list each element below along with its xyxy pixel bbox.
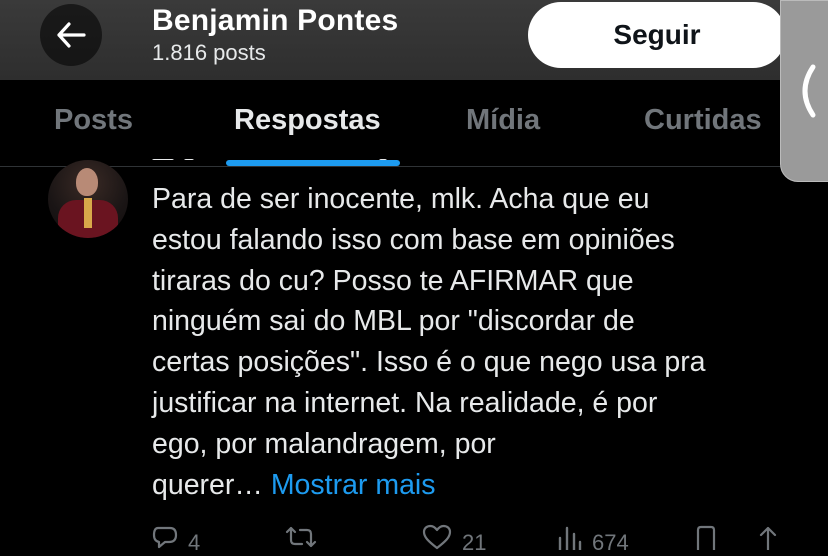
tab-media[interactable]: Mídia — [466, 104, 540, 137]
avatar[interactable] — [48, 160, 128, 238]
chevron-left-icon — [802, 64, 816, 118]
post-text: Para de ser inocente, mlk. Acha que eu e… — [152, 183, 706, 501]
reply-count: 4 — [188, 530, 201, 555]
back-button[interactable] — [40, 4, 102, 66]
tab-posts[interactable]: Posts — [54, 104, 133, 137]
like-button[interactable]: 21 — [422, 524, 486, 556]
views-count: 674 — [592, 530, 629, 555]
show-more-link[interactable]: Mostrar mais — [271, 469, 436, 501]
arrow-left-icon — [57, 22, 86, 48]
tab-replies[interactable]: Respostas — [234, 104, 381, 137]
repost-icon — [285, 526, 317, 548]
share-button[interactable] — [756, 524, 780, 550]
post-actions: 4 21 674 — [0, 520, 828, 555]
tab-likes[interactable]: Curtidas — [644, 104, 762, 137]
post-author-clipped — [152, 150, 432, 160]
post-count: 1.816 posts — [152, 40, 266, 65]
share-icon — [759, 526, 777, 550]
bookmark-button[interactable] — [694, 524, 718, 550]
post-body: Para de ser inocente, mlk. Acha que eu e… — [152, 179, 772, 505]
profile-name: Benjamin Pontes — [152, 4, 399, 37]
profile-header: Benjamin Pontes 1.816 posts Seguir — [0, 0, 828, 80]
reply-button[interactable]: 4 — [152, 524, 200, 556]
follow-button[interactable]: Seguir — [528, 2, 786, 68]
views-button[interactable]: 674 — [556, 524, 629, 556]
repost-button[interactable] — [284, 524, 328, 550]
speech-bubble-icon — [152, 526, 178, 549]
side-drawer-handle[interactable] — [780, 0, 828, 182]
heart-icon — [422, 524, 452, 550]
active-tab-indicator — [226, 160, 400, 166]
bar-chart-icon — [558, 526, 582, 550]
bookmark-icon — [696, 525, 716, 550]
like-count: 21 — [462, 530, 487, 555]
